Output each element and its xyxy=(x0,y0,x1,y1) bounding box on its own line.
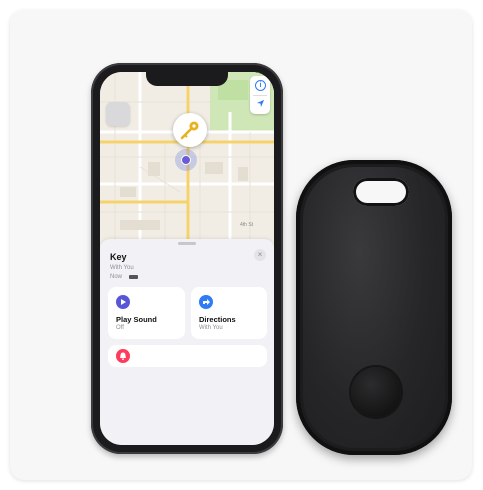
play-sound-button[interactable]: Play Sound Off xyxy=(108,287,185,339)
location-arrow-icon[interactable] xyxy=(256,99,265,108)
play-icon xyxy=(116,295,130,309)
key-icon xyxy=(180,121,199,140)
keyring-hole xyxy=(353,178,409,206)
item-location-text: With You xyxy=(110,265,134,271)
phone-notch xyxy=(146,72,228,86)
item-time-text: Now xyxy=(110,274,123,280)
bell-icon xyxy=(116,349,130,363)
directions-button[interactable]: Directions With You xyxy=(191,287,267,339)
product-card: i 4th St Key With You Now × Play Sound O… xyxy=(10,10,472,480)
tracker-face xyxy=(303,167,445,448)
item-location-pin[interactable] xyxy=(173,113,207,147)
map-controls: i xyxy=(250,76,270,114)
directions-label: Directions xyxy=(199,315,236,324)
phone-screen: i 4th St Key With You Now × Play Sound O… xyxy=(100,72,274,445)
smartphone: i 4th St Key With You Now × Play Sound O… xyxy=(91,63,283,454)
directions-status: With You xyxy=(199,325,223,331)
controls-divider xyxy=(253,95,267,96)
close-icon[interactable]: × xyxy=(254,249,266,261)
bluetooth-tracker-tag xyxy=(296,160,452,455)
user-location-center xyxy=(181,155,191,165)
play-sound-label: Play Sound xyxy=(116,315,157,324)
play-sound-status: Off xyxy=(116,325,124,331)
item-detail-sheet: Key With You Now × Play Sound Off Direct… xyxy=(100,239,274,445)
sheet-grabber[interactable] xyxy=(178,242,196,245)
directions-icon xyxy=(199,295,213,309)
map-view[interactable]: i 4th St xyxy=(100,72,274,247)
notification-row[interactable] xyxy=(108,345,267,367)
street-label: 4th St xyxy=(240,222,254,228)
user-location-dot xyxy=(175,149,197,171)
tracker-button xyxy=(351,367,401,417)
item-name: Key xyxy=(110,252,127,262)
info-icon[interactable]: i xyxy=(255,80,266,91)
map-mode-button[interactable] xyxy=(106,102,130,126)
battery-icon xyxy=(129,275,138,279)
